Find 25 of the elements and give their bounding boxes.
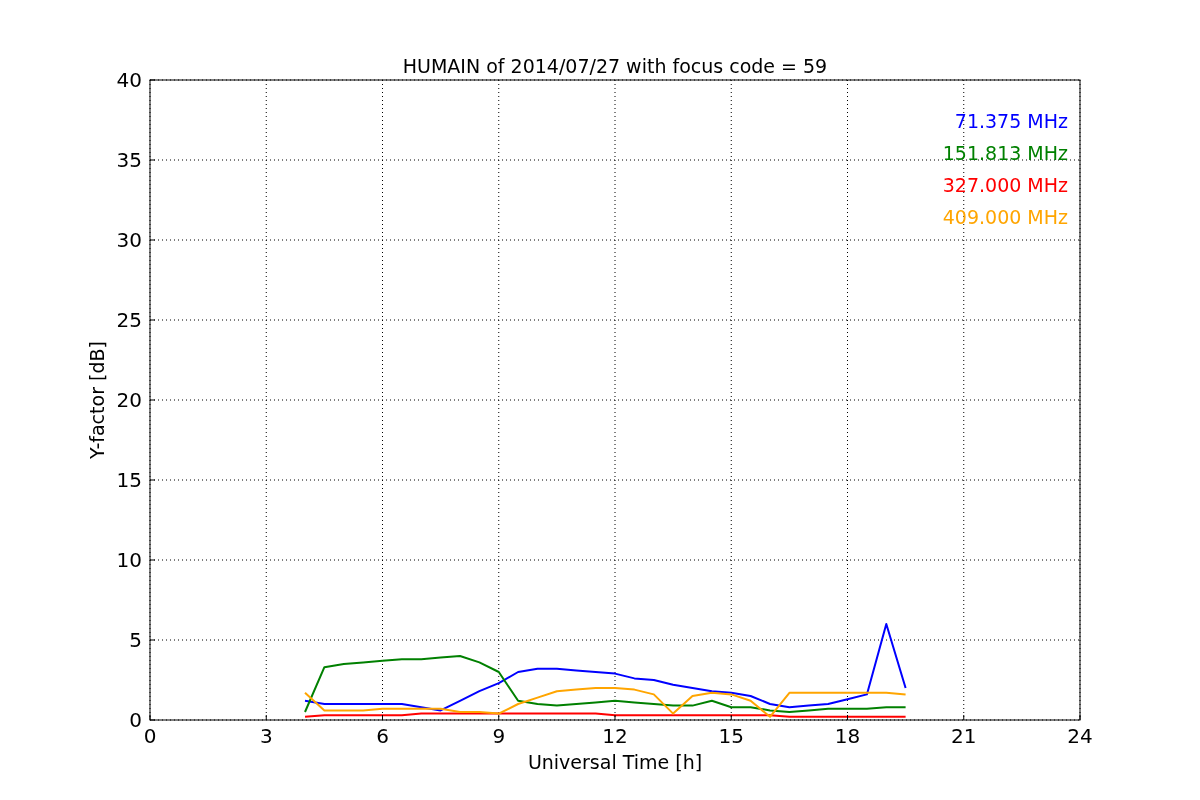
y-tick-label: 20 [116, 388, 142, 412]
x-axis-label: Universal Time [h] [527, 751, 703, 773]
x-tick-label: 6 [376, 724, 389, 748]
y-tick-label: 0 [129, 708, 142, 732]
y-tick-label: 30 [116, 228, 142, 252]
y-tick-label: 25 [116, 308, 142, 332]
x-tick-label: 0 [143, 724, 157, 748]
x-tick-label: 18 [834, 724, 861, 748]
legend-label: 71.375 MHz [954, 110, 1068, 132]
chart-title: HUMAIN of 2014/07/27 with focus code = 59 [402, 55, 828, 77]
x-tick-label: 15 [718, 724, 744, 748]
y-tick-label: 35 [116, 148, 142, 172]
x-tick-label: 21 [951, 724, 977, 748]
x-tick-label: 24 [1067, 724, 1093, 748]
x-tick-label: 12 [602, 724, 628, 748]
y-tick-label: 5 [129, 628, 142, 652]
x-tick-label: 3 [259, 724, 273, 748]
legend-label: 327.000 MHz [942, 174, 1068, 196]
y-axis-label: Y-factor [dB] [86, 341, 108, 459]
x-tick-label: 9 [492, 724, 506, 748]
y-tick-label: 15 [116, 468, 142, 492]
legend-label: 151.813 MHz [942, 142, 1068, 164]
y-tick-label: 40 [116, 68, 142, 92]
y-tick-label: 10 [116, 548, 142, 572]
legend-label: 409.000 MHz [942, 206, 1068, 228]
